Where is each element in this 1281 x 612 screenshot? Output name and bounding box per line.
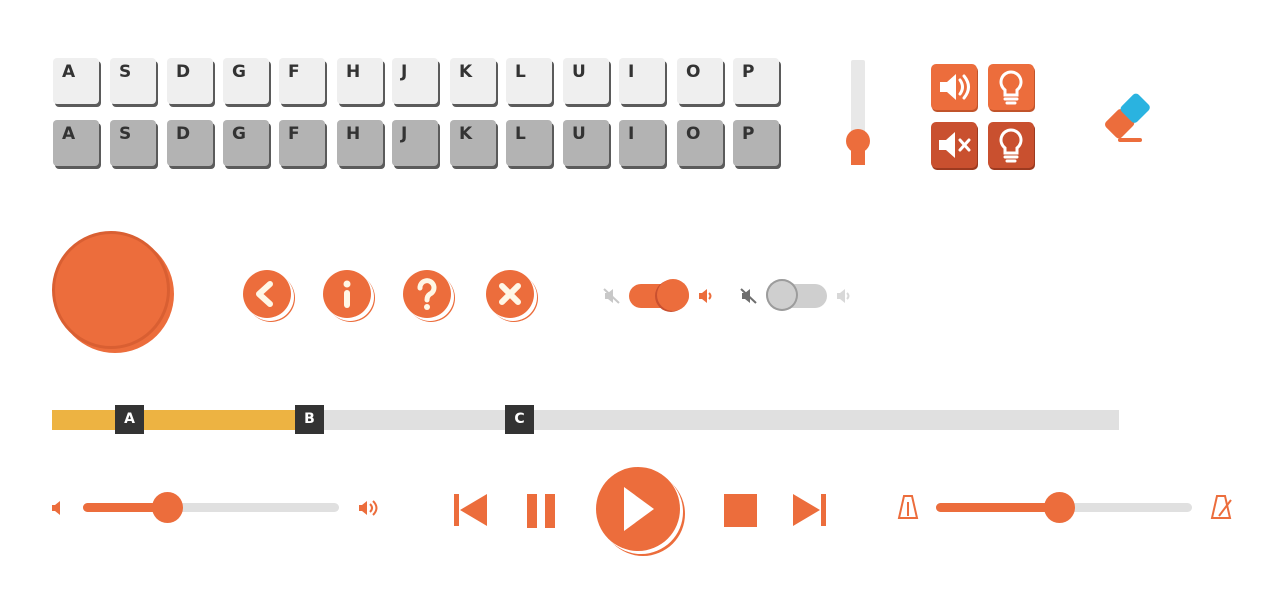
lightbulb-button-2[interactable] [988, 122, 1034, 168]
key-light-10[interactable]: I [619, 58, 665, 104]
info-button[interactable] [323, 270, 371, 318]
key-dark-4[interactable]: F [279, 120, 325, 166]
key-light-6[interactable]: J [392, 58, 438, 104]
volume-small-icon-1 [697, 288, 715, 304]
skip-back-icon [454, 494, 487, 526]
help-button[interactable] [403, 270, 451, 318]
key-dark-8[interactable]: L [506, 120, 552, 166]
key-light-0[interactable]: A [53, 58, 99, 104]
progress-track[interactable] [52, 410, 1119, 430]
eraser-icon [1105, 93, 1150, 142]
play-icon [624, 487, 654, 531]
tempo-slider[interactable] [936, 492, 1192, 523]
key-dark-12[interactable]: P [733, 120, 779, 166]
volume-low-icon [50, 500, 68, 516]
back-button[interactable] [243, 270, 291, 318]
vertical-slider-handle[interactable] [846, 129, 870, 153]
sound-off-icon [939, 132, 971, 158]
back-arrow-icon [256, 281, 273, 307]
lightbulb-icon [999, 128, 1023, 163]
metronome-fast-icon [1210, 494, 1234, 520]
key-dark-1[interactable]: S [110, 120, 156, 166]
progress-marker-c[interactable]: C [505, 405, 534, 434]
sound-on-button[interactable] [931, 64, 977, 110]
skip-back-button[interactable] [452, 492, 490, 528]
eraser-button[interactable] [1094, 86, 1158, 146]
lightbulb-icon [999, 70, 1023, 105]
key-light-7[interactable]: K [450, 58, 496, 104]
toggle-on-knob [657, 279, 689, 311]
progress-marker-b[interactable]: B [295, 405, 324, 434]
progress-fill [52, 410, 298, 430]
key-light-4[interactable]: F [279, 58, 325, 104]
sound-on-icon [940, 74, 970, 100]
key-dark-5[interactable]: H [337, 120, 383, 166]
key-light-1[interactable]: S [110, 58, 156, 104]
mute-small-icon-2 [740, 288, 758, 304]
play-button[interactable] [596, 467, 680, 551]
metronome-slow-icon [897, 494, 919, 520]
key-dark-2[interactable]: D [167, 120, 213, 166]
key-light-12[interactable]: P [733, 58, 779, 104]
sound-off-button[interactable] [931, 122, 977, 168]
key-dark-10[interactable]: I [619, 120, 665, 166]
progress-marker-a[interactable]: A [115, 405, 144, 434]
mute-small-icon-1 [603, 288, 621, 304]
volume-small-icon-2 [835, 288, 853, 304]
tempo-slider-handle[interactable] [1043, 492, 1075, 523]
key-dark-0[interactable]: A [53, 120, 99, 166]
volume-slider[interactable] [83, 492, 339, 523]
key-light-8[interactable]: L [506, 58, 552, 104]
toggle-off-knob [766, 279, 798, 311]
key-dark-11[interactable]: O [677, 120, 723, 166]
pause-icon [527, 494, 555, 528]
skip-forward-button[interactable] [790, 492, 828, 528]
close-button[interactable] [486, 270, 534, 318]
info-icon [343, 280, 351, 308]
tempo-slider-fill [936, 503, 1059, 512]
key-dark-3[interactable]: G [223, 120, 269, 166]
key-dark-9[interactable]: U [563, 120, 609, 166]
close-icon [499, 283, 521, 305]
volume-slider-handle[interactable] [152, 492, 184, 523]
key-light-3[interactable]: G [223, 58, 269, 104]
volume-high-icon [357, 499, 379, 517]
key-light-2[interactable]: D [167, 58, 213, 104]
key-light-5[interactable]: H [337, 58, 383, 104]
pause-button[interactable] [525, 494, 557, 528]
key-dark-7[interactable]: K [450, 120, 496, 166]
toggle-off[interactable] [766, 279, 827, 311]
record-button[interactable] [52, 231, 170, 349]
key-light-9[interactable]: U [563, 58, 609, 104]
stop-button[interactable] [724, 494, 757, 527]
lightbulb-button-1[interactable] [988, 64, 1034, 110]
skip-forward-icon [793, 494, 826, 526]
key-light-11[interactable]: O [677, 58, 723, 104]
toggle-on[interactable] [629, 279, 689, 311]
vertical-slider[interactable] [846, 60, 870, 165]
help-icon [417, 278, 437, 310]
key-dark-6[interactable]: J [392, 120, 438, 166]
